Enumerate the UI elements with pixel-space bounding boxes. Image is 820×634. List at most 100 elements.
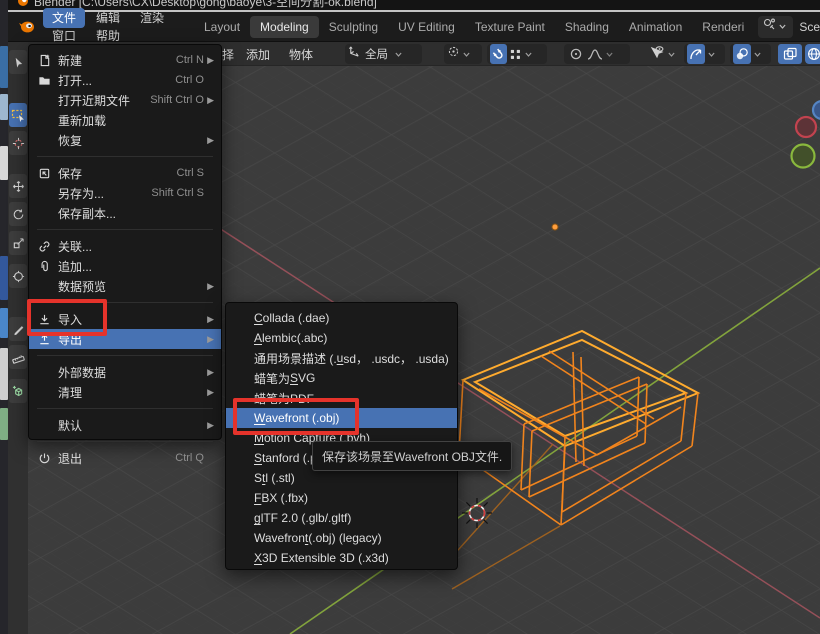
workspace-tab[interactable]: Texture Paint [465,16,555,38]
quit-icon [38,452,58,465]
file-menu-item[interactable]: 清理▶ [29,382,221,402]
show-object-types-dropdown[interactable] [647,44,681,64]
proportional-editing-group [564,44,630,64]
submenu-arrow-icon: ▶ [204,95,214,106]
submenu-item[interactable]: Wavefront (.obj) (legacy) [226,528,457,548]
annotation-box-export [27,299,107,336]
file-menu-item[interactable]: 打开近期文件 Shift Ctrl O▶ [29,90,221,110]
file-menu-item[interactable]: 另存为...Shift Ctrl S [29,183,221,203]
blender-logo-icon [16,0,30,10]
transform-tool-button[interactable] [9,264,27,288]
menu-item-label: 恢复 [58,132,196,149]
workspace-tab[interactable]: Shading [555,16,619,38]
menubar-menu[interactable]: 帮助 [87,26,129,46]
submenu-arrow-icon: ▶ [204,387,214,398]
navigation-gizmo[interactable] [792,101,820,168]
workspace-tab[interactable]: UV Editing [388,16,465,38]
menu-item-label: 重新加载 [58,112,196,129]
menubar-menu[interactable]: 编辑 [87,8,129,28]
submenu-item[interactable]: Stl (.stl) [226,468,457,488]
file-menu-item[interactable]: 打开...Ctrl O [29,70,221,90]
object-origin-dot [552,224,558,230]
menu-item-label: 退出 [58,450,167,467]
submenu-item[interactable]: Collada (.dae) [226,308,457,328]
file-menu-item[interactable]: 数据预览▶ [29,276,221,296]
menu-separator [37,441,213,442]
wireframe-object-selected[interactable] [459,331,698,525]
submenu-item[interactable]: X3D Extensible 3D (.x3d) [226,548,457,568]
tweak-tool-button[interactable] [9,50,27,74]
pivot-point-dropdown[interactable] [444,44,482,64]
submenu-item[interactable]: FBX (.fbx) [226,488,457,508]
menu-item-shortcut: Ctrl S [177,167,205,179]
workspace-tab[interactable]: Animation [619,16,692,38]
submenu-item[interactable]: 蜡笔为SVG [226,368,457,388]
proportional-editing-toggle[interactable] [567,44,585,64]
menu-item-shortcut: Shift Ctrl S [151,187,204,199]
menu-item-shortcut: Ctrl Q [175,452,204,464]
file-menu-item[interactable]: 保存 Ctrl S [29,163,221,183]
menu-item-label: 外部数据 [58,364,196,381]
file-menu-item[interactable]: 外部数据▶ [29,362,221,382]
menu-item-label: 保存 [58,165,169,182]
workspace-tab[interactable]: Modeling [250,16,319,38]
3d-cursor[interactable] [470,506,485,521]
new-file-icon [38,54,58,67]
transform-orientation-dropdown[interactable]: 全局 [345,44,422,64]
blender-app-icon[interactable] [18,19,35,34]
file-menu-item[interactable]: 保存副本... [29,203,221,223]
menu-item-label: 新建 [58,52,168,69]
file-menu-item[interactable]: 默认▶ [29,415,221,435]
snap-group [487,44,547,64]
append-icon [38,260,58,273]
add-cube-tool-button[interactable] [9,379,27,403]
annotate-tool-button[interactable] [9,317,27,341]
chevron-down-icon [605,50,614,59]
submenu-arrow-icon: ▶ [204,135,214,146]
snap-target-dropdown[interactable] [507,44,537,64]
submenu-item[interactable]: 通用场景描述 (.usd， .usdc， .usda) [226,348,457,368]
orientation-label: 全局 [365,46,388,62]
menu-item-shortcut: Ctrl N [176,54,204,66]
rotate-tool-button[interactable] [9,202,27,226]
workspace-tab[interactable]: Renderi [692,16,754,38]
menubar-menu[interactable]: 渲染 [131,8,173,28]
menu-item-shortcut: Shift Ctrl O [150,94,204,106]
overlays-toggle[interactable] [733,44,751,64]
menu-select[interactable]: 择 [222,46,234,63]
xray-toggle[interactable] [778,44,802,64]
menu-separator [37,408,213,409]
submenu-arrow-icon: ▶ [204,281,214,292]
chevron-down-icon [394,50,403,59]
menu-add[interactable]: 添加 [246,46,270,63]
scale-tool-button[interactable] [9,231,27,255]
shading-wireframe-button[interactable] [805,44,820,64]
workspace-tab[interactable]: Layout [194,16,250,38]
cursor-tool-button[interactable] [9,131,27,155]
menu-item-label: 打开近期文件 [58,92,142,109]
menu-item-label: 追加... [58,258,196,275]
menubar-menu[interactable]: 文件 [43,8,85,28]
falloff-dropdown[interactable] [585,44,618,64]
submenu-item[interactable]: Alembic(.abc) [226,328,457,348]
menu-separator [37,229,213,230]
snap-toggle[interactable] [490,44,507,64]
save-icon [38,167,58,180]
submenu-item[interactable]: glTF 2.0 (.glb/.gltf) [226,508,457,528]
file-menu-item[interactable]: 关联... [29,236,221,256]
file-menu-item[interactable]: 追加... [29,256,221,276]
file-menu-item[interactable]: 新建 Ctrl N▶ [29,50,221,70]
move-tool-button[interactable] [9,174,27,198]
measure-tool-button[interactable] [9,345,27,369]
menubar-menu[interactable]: 窗口 [43,26,85,46]
file-menu-item[interactable]: 恢复 ▶ [29,130,221,150]
workspace-tab[interactable]: Sculpting [319,16,388,38]
select-box-tool-button[interactable] [9,103,27,127]
menu-object[interactable]: 物体 [289,46,313,63]
gizmos-toggle[interactable] [687,44,705,64]
scene-selector[interactable] [758,16,793,38]
menu-separator [37,156,213,157]
submenu-arrow-icon: ▶ [204,55,214,66]
file-menu-item[interactable]: 退出 Ctrl Q [29,448,221,468]
file-menu-item[interactable]: 重新加载 [29,110,221,130]
